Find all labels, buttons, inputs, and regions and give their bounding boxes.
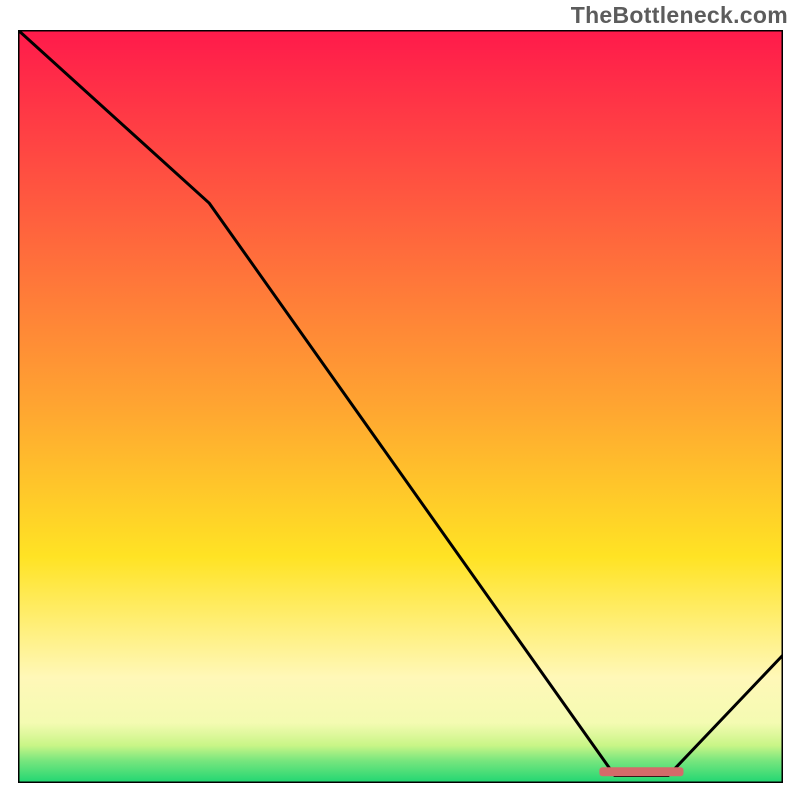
watermark-text: TheBottleneck.com (571, 2, 788, 29)
marker-segment (599, 767, 683, 776)
chart-stage: TheBottleneck.com (0, 0, 800, 800)
plot-background (18, 30, 783, 783)
chart-svg (18, 30, 783, 783)
chart-plot (18, 30, 783, 783)
